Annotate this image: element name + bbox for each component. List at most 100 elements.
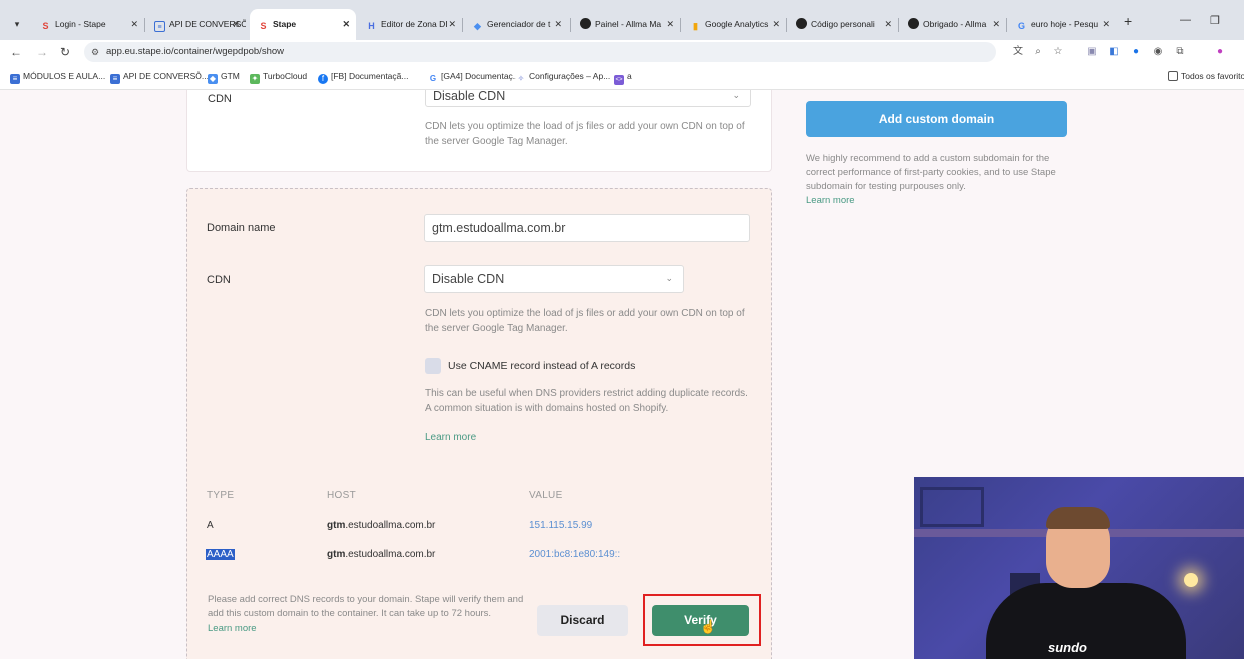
zoom-icon[interactable]: ⌕ [1032, 46, 1044, 58]
extension-icon[interactable]: ▣ [1086, 46, 1098, 58]
cname-help-text: This can be useful when DNS providers re… [425, 388, 748, 414]
custom-domain-help: We highly recommend to add a custom subd… [806, 153, 1056, 206]
domain-name-label: Domain name [207, 222, 276, 234]
shirt-logo: sundo [1048, 640, 1087, 655]
restore-icon[interactable]: ❐ [1210, 14, 1220, 27]
lamp-bulb [1184, 573, 1198, 587]
tab-euro-hoje[interactable]: Geuro hoje - Pesqu ✕ [1008, 12, 1116, 38]
tab-google-analytics[interactable]: ▮ Google Analytics ✕ [682, 12, 786, 38]
tab-editor-zona-dns[interactable]: H Editor de Zona DI ✕ [358, 12, 462, 38]
table-header-host: HOST [327, 490, 356, 501]
close-tab-icon[interactable]: ✕ [130, 12, 138, 36]
back-icon[interactable]: ← [10, 44, 22, 60]
presenter-hair [1046, 507, 1110, 529]
tab-painel-allma[interactable]: Painel - Allma Ma ✕ [572, 12, 680, 38]
sidebar-learn-more-link[interactable]: Learn more [806, 195, 855, 206]
chevron-down-icon: ⌄ [732, 90, 740, 100]
learn-more-link[interactable]: Learn more [425, 432, 476, 443]
forward-icon[interactable]: → [36, 44, 48, 60]
cdn-label: CDN [207, 274, 231, 286]
tab-api-conversoes[interactable]: ≡ API DE CONVERSÕ ✕ [146, 12, 246, 38]
address-bar[interactable]: ⚙ app.eu.stape.io/container/wgepdpob/sho… [84, 42, 996, 62]
browser-toolbar: ← → ↻ ⚙ app.eu.stape.io/container/wgepdp… [0, 40, 1244, 64]
existing-domain-card: CDN Disable CDN ⌄ CDN lets you optimize … [186, 90, 772, 172]
close-tab-icon[interactable]: ✕ [232, 12, 240, 36]
bookmark-fb-documentacao[interactable]: f [FB] Documentaçã... [318, 71, 408, 84]
webcam-overlay: sundo [914, 477, 1244, 659]
reload-icon[interactable]: ↻ [60, 44, 70, 60]
close-tab-icon[interactable]: ✕ [448, 12, 456, 36]
bookmark-modulos[interactable]: ≡ MÓDULOS E AULA... [10, 71, 105, 84]
url-text: app.eu.stape.io/container/wgepdpob/show [106, 46, 284, 57]
cdn-select[interactable]: Disable CDN ⌄ [424, 265, 684, 293]
table-header-type: TYPE [207, 490, 235, 501]
footer-learn-more-link[interactable]: Learn more [208, 623, 257, 634]
cdn-select[interactable]: Disable CDN ⌄ [425, 90, 751, 107]
dns-record-host: gtm.estudoallma.com.br [327, 549, 436, 560]
stape-icon: S [260, 21, 267, 31]
wall-decoration [920, 487, 984, 527]
bookmark-api-conversoes[interactable]: ≡ API DE CONVERSÕ... [110, 71, 209, 84]
dns-footer-help: Please add correct DNS records to your d… [208, 594, 524, 619]
tab-login-stape[interactable]: S Login - Stape ✕ [32, 12, 144, 38]
discard-button[interactable]: Discard [537, 605, 628, 636]
dns-record-type-selected: AAAA [206, 549, 235, 560]
cdn-help-text: CDN lets you optimize the load of js fil… [425, 121, 745, 147]
tab-stape-active[interactable]: S Stape ✕ [250, 9, 356, 40]
google-icon: G [1017, 21, 1025, 31]
wp-icon [580, 18, 591, 29]
new-tab-icon[interactable]: + [1124, 13, 1132, 29]
doc-icon: ≡ [154, 21, 165, 32]
add-custom-domain-button[interactable]: Add custom domain [806, 101, 1067, 137]
tab-gerenciador-tags[interactable]: ◆ Gerenciador de t ✕ [464, 12, 568, 38]
bookmark-configuracoes[interactable]: ✧ Configurações – Ap... [516, 71, 610, 84]
domain-name-input[interactable]: gtm.estudoallma.com.br [424, 214, 750, 242]
browser-tab-bar: ▾ S Login - Stape ✕ ≡ API DE CONVERSÕ ✕ S Sta… [0, 0, 1244, 40]
dns-record-host: gtm.estudoallma.com.br [327, 520, 436, 531]
minimize-icon[interactable]: — [1180, 14, 1191, 26]
bookmark-star-icon[interactable]: ☆ [1052, 46, 1064, 58]
translate-icon[interactable]: 文 [1012, 46, 1024, 58]
close-tab-icon[interactable]: ✕ [1102, 12, 1110, 36]
tag-icon: ◆ [208, 74, 218, 84]
tab-codigo-personalizado[interactable]: Código personali ✕ [788, 12, 898, 38]
tab-search-icon[interactable]: ▾ [8, 15, 26, 33]
bookmark-turbocloud[interactable]: ✦ TurboCloud [250, 71, 307, 84]
close-tab-icon[interactable]: ✕ [992, 12, 1000, 36]
dns-record-type: A [207, 520, 214, 531]
cname-checkbox-label: Use CNAME record instead of A records [448, 360, 636, 372]
close-tab-icon[interactable]: ✕ [666, 12, 674, 36]
extension-icon[interactable]: ◧ [1108, 46, 1120, 58]
site-info-icon[interactable]: ⚙ [88, 45, 102, 59]
folder-icon [1168, 71, 1178, 81]
tag-icon: ◆ [474, 21, 481, 31]
facebook-icon: f [318, 74, 328, 84]
extension-icon[interactable]: ● [1130, 46, 1142, 58]
stape-icon: S [42, 21, 49, 31]
tab-obrigado-allma[interactable]: Obrigado - Allma ✕ [900, 12, 1006, 38]
bookmark-all-folder[interactable]: Todos os favoritos [1168, 71, 1244, 81]
close-tab-icon[interactable]: ✕ [772, 12, 780, 36]
dns-record-value: 2001:bc8:1e80:149:: [529, 549, 621, 560]
bookmark-ga4-documentacao[interactable]: G [GA4] Documentaç... [428, 71, 520, 84]
extension-icon[interactable]: ◉ [1152, 46, 1164, 58]
settings-icon: ✧ [516, 74, 526, 84]
doc-icon: ≡ [10, 74, 20, 84]
dns-record-value: 151.115.15.99 [529, 520, 593, 531]
chevron-down-icon: ⌄ [665, 273, 673, 283]
bookmark-a[interactable]: <> a [614, 71, 632, 85]
wp-icon [908, 18, 919, 29]
table-header-value: VALUE [529, 490, 563, 501]
hand-cursor-icon: ☝ [700, 619, 717, 634]
close-tab-icon[interactable]: ✕ [554, 12, 562, 36]
close-tab-icon[interactable]: ✕ [884, 12, 892, 36]
bookmark-gtm[interactable]: ◆ GTM [208, 71, 240, 84]
cdn-help-text: CDN lets you optimize the load of js fil… [425, 308, 745, 334]
google-icon: G [428, 74, 438, 84]
extensions-puzzle-icon[interactable]: ⧉ [1174, 46, 1186, 58]
cname-checkbox[interactable] [425, 358, 441, 374]
profile-avatar-icon[interactable]: ● [1214, 46, 1226, 58]
code-icon: <> [614, 75, 624, 85]
analytics-icon: ▮ [693, 21, 698, 31]
close-tab-icon[interactable]: ✕ [342, 9, 350, 39]
